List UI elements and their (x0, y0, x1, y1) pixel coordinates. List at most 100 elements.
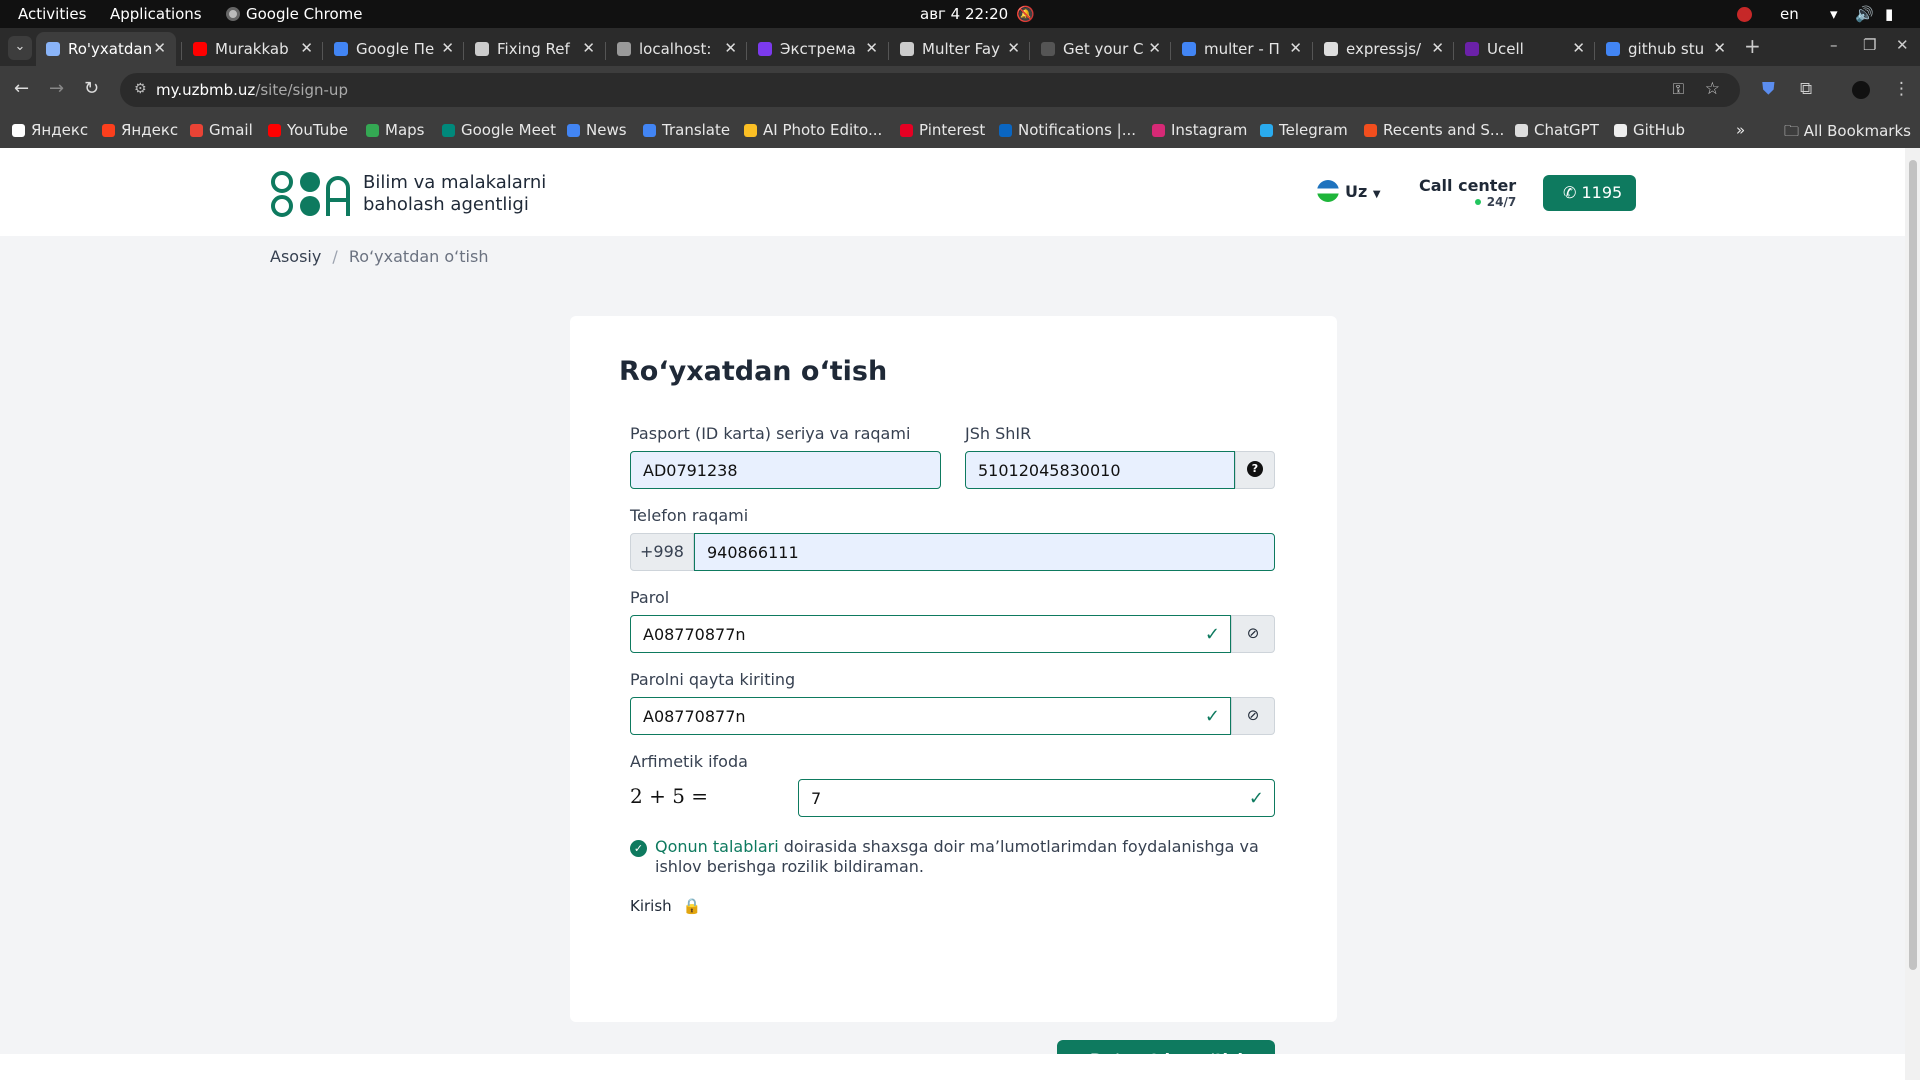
close-tab-icon[interactable]: ✕ (1148, 39, 1161, 57)
scrollbar-thumb[interactable] (1909, 160, 1917, 970)
browser-tab[interactable]: Get your C ✕ (1031, 32, 1171, 66)
bookmark-item[interactable]: Recents and S... (1364, 121, 1504, 139)
profile-avatar[interactable] (1852, 81, 1870, 99)
browser-tab[interactable]: github stu ✕ (1596, 32, 1736, 66)
tab-search-button[interactable]: ⌄ (8, 36, 32, 60)
bookmark-item[interactable]: Pinterest (900, 121, 985, 139)
phone-input[interactable]: 940866111 (694, 533, 1275, 571)
app-menu[interactable]: Google Chrome (226, 5, 363, 23)
consent-checkbox[interactable]: ✓ (630, 840, 647, 857)
breadcrumb-home-link[interactable]: Asosiy (270, 247, 321, 266)
browser-tab[interactable]: localhost: ✕ (607, 32, 747, 66)
close-tab-icon[interactable]: ✕ (441, 39, 454, 57)
password-input[interactable]: A08770877n ✓ (630, 615, 1231, 653)
bookmark-item[interactable]: ChatGPT (1515, 121, 1599, 139)
volume-icon: 🔊 (1855, 5, 1874, 23)
address-bar[interactable]: ⚙ my.uzbmb.uz/site/sign-up ⚿ ☆ (120, 73, 1740, 107)
browser-tab[interactable]: Экстрема ✕ (748, 32, 888, 66)
bookmark-item[interactable]: Maps (366, 121, 424, 139)
close-tab-icon[interactable]: ✕ (300, 39, 313, 57)
breadcrumb: Asosiy / Ro‘yxatdan o‘tish (270, 247, 489, 266)
close-tab-icon[interactable]: ✕ (1431, 39, 1444, 57)
bookmark-favicon-icon (102, 124, 115, 137)
pinfl-input[interactable]: 51012045830010 (965, 451, 1235, 489)
tab-separator (1594, 42, 1595, 60)
browser-tab[interactable]: Fixing Ref ✕ (465, 32, 605, 66)
page-scrollbar[interactable] (1905, 148, 1920, 1080)
tab-separator (888, 42, 889, 60)
clock[interactable]: авг 4 22:20 (920, 5, 1008, 23)
bookmark-item[interactable]: Яндекс (12, 121, 88, 139)
tab-separator (605, 42, 606, 60)
bookmark-item[interactable]: GitHub (1614, 121, 1685, 139)
login-link[interactable]: Kirish 🔒 (630, 897, 701, 915)
bookmark-item[interactable]: News (567, 121, 627, 139)
browser-tab[interactable]: Ucell ✕ (1455, 32, 1595, 66)
shield-extension-icon[interactable]: ⛊ (1762, 79, 1775, 99)
more-bookmarks-chevron-icon[interactable]: » (1736, 121, 1745, 139)
bookmark-item[interactable]: Яндекс (102, 121, 178, 139)
back-button[interactable]: ← (14, 78, 29, 99)
close-tab-icon[interactable]: ✕ (1572, 39, 1585, 57)
bookmark-item[interactable]: Telegram (1260, 121, 1348, 139)
password-key-icon[interactable]: ⚿ (1673, 80, 1684, 98)
pinfl-help-button[interactable]: ? (1235, 451, 1275, 489)
consent-checkbox-row[interactable]: ✓ Qonun talablari doirasida shaxsga doir… (630, 837, 1290, 877)
phone-label: Telefon raqami (630, 506, 749, 525)
close-tab-icon[interactable]: ✕ (865, 39, 878, 57)
law-requirements-link[interactable]: Qonun talablari (655, 837, 779, 856)
password-confirm-input[interactable]: A08770877n ✓ (630, 697, 1231, 735)
passport-input[interactable]: AD0791238 (630, 451, 941, 489)
call-button[interactable]: ✆ 1195 (1543, 175, 1636, 211)
bookmark-item[interactable]: AI Photo Edito... (744, 121, 882, 139)
applications-menu[interactable]: Applications (110, 5, 202, 23)
toggle-password-confirm-visibility-button[interactable]: ⊘ (1231, 697, 1275, 735)
close-tab-icon[interactable]: ✕ (1289, 39, 1302, 57)
minimize-button[interactable]: – (1830, 36, 1838, 54)
extensions-icon[interactable]: ⧉ (1800, 79, 1812, 99)
reload-button[interactable]: ↻ (84, 78, 99, 99)
status-icon (1737, 7, 1752, 22)
browser-tab[interactable]: Multer Fay ✕ (890, 32, 1030, 66)
passport-label: Pasport (ID karta) seriya va raqami (630, 424, 911, 443)
close-tab-icon[interactable]: ✕ (1713, 39, 1726, 57)
maximize-button[interactable]: ❐ (1863, 36, 1876, 54)
browser-tab[interactable]: expressjs/✕ (1314, 32, 1454, 66)
bookmark-item[interactable]: YouTube (268, 121, 348, 139)
language-selector[interactable]: Uz ▼ (1317, 180, 1381, 202)
browser-tab[interactable]: multer - П ✕ (1172, 32, 1312, 66)
page-viewport: Bilim va malakalarni baholash agentligi … (0, 148, 1905, 1080)
bookmark-star-icon[interactable]: ☆ (1705, 79, 1720, 99)
new-tab-button[interactable]: + (1744, 34, 1761, 58)
all-bookmarks-folder[interactable]: 🗀 All Bookmarks (1784, 121, 1911, 146)
menu-icon[interactable]: ⋮ (1893, 79, 1910, 99)
keyboard-layout[interactable]: en (1780, 5, 1799, 23)
folder-icon: 🗀 (1784, 122, 1804, 140)
math-answer-input[interactable]: 7 ✓ (798, 779, 1275, 817)
bookmark-item[interactable]: Instagram (1152, 121, 1247, 139)
password-confirm-label: Parolni qayta kiriting (630, 670, 796, 689)
bookmark-favicon-icon (1260, 124, 1273, 137)
browser-tab[interactable]: Ro'yxatdan ✕ (36, 32, 176, 66)
site-info-icon[interactable]: ⚙ (134, 81, 147, 97)
browser-tab[interactable]: Google Пе ✕ (324, 32, 464, 66)
agency-name[interactable]: Bilim va malakalarni baholash agentligi (363, 172, 546, 216)
phone-icon: ✆ (1563, 183, 1582, 202)
close-tab-icon[interactable]: ✕ (582, 39, 595, 57)
activities-button[interactable]: Activities (18, 5, 86, 23)
forward-button[interactable]: → (49, 78, 64, 99)
bookmark-favicon-icon (1614, 124, 1627, 137)
close-tab-icon[interactable]: ✕ (724, 39, 737, 57)
bookmark-item[interactable]: Translate (643, 121, 730, 139)
close-window-button[interactable]: ✕ (1896, 36, 1909, 54)
close-tab-icon[interactable]: ✕ (1007, 39, 1020, 57)
browser-tab[interactable]: Murakkab ✕ (183, 32, 323, 66)
chrome-icon (226, 7, 240, 21)
toggle-password-visibility-button[interactable]: ⊘ (1231, 615, 1275, 653)
bookmark-item[interactable]: Google Meet (442, 121, 556, 139)
tab-separator (1453, 42, 1454, 60)
bookmark-item[interactable]: Notifications |... (999, 121, 1136, 139)
bookmark-item[interactable]: Gmail (190, 121, 253, 139)
agency-logo[interactable] (270, 170, 354, 218)
close-tab-icon[interactable]: ✕ (153, 39, 166, 57)
